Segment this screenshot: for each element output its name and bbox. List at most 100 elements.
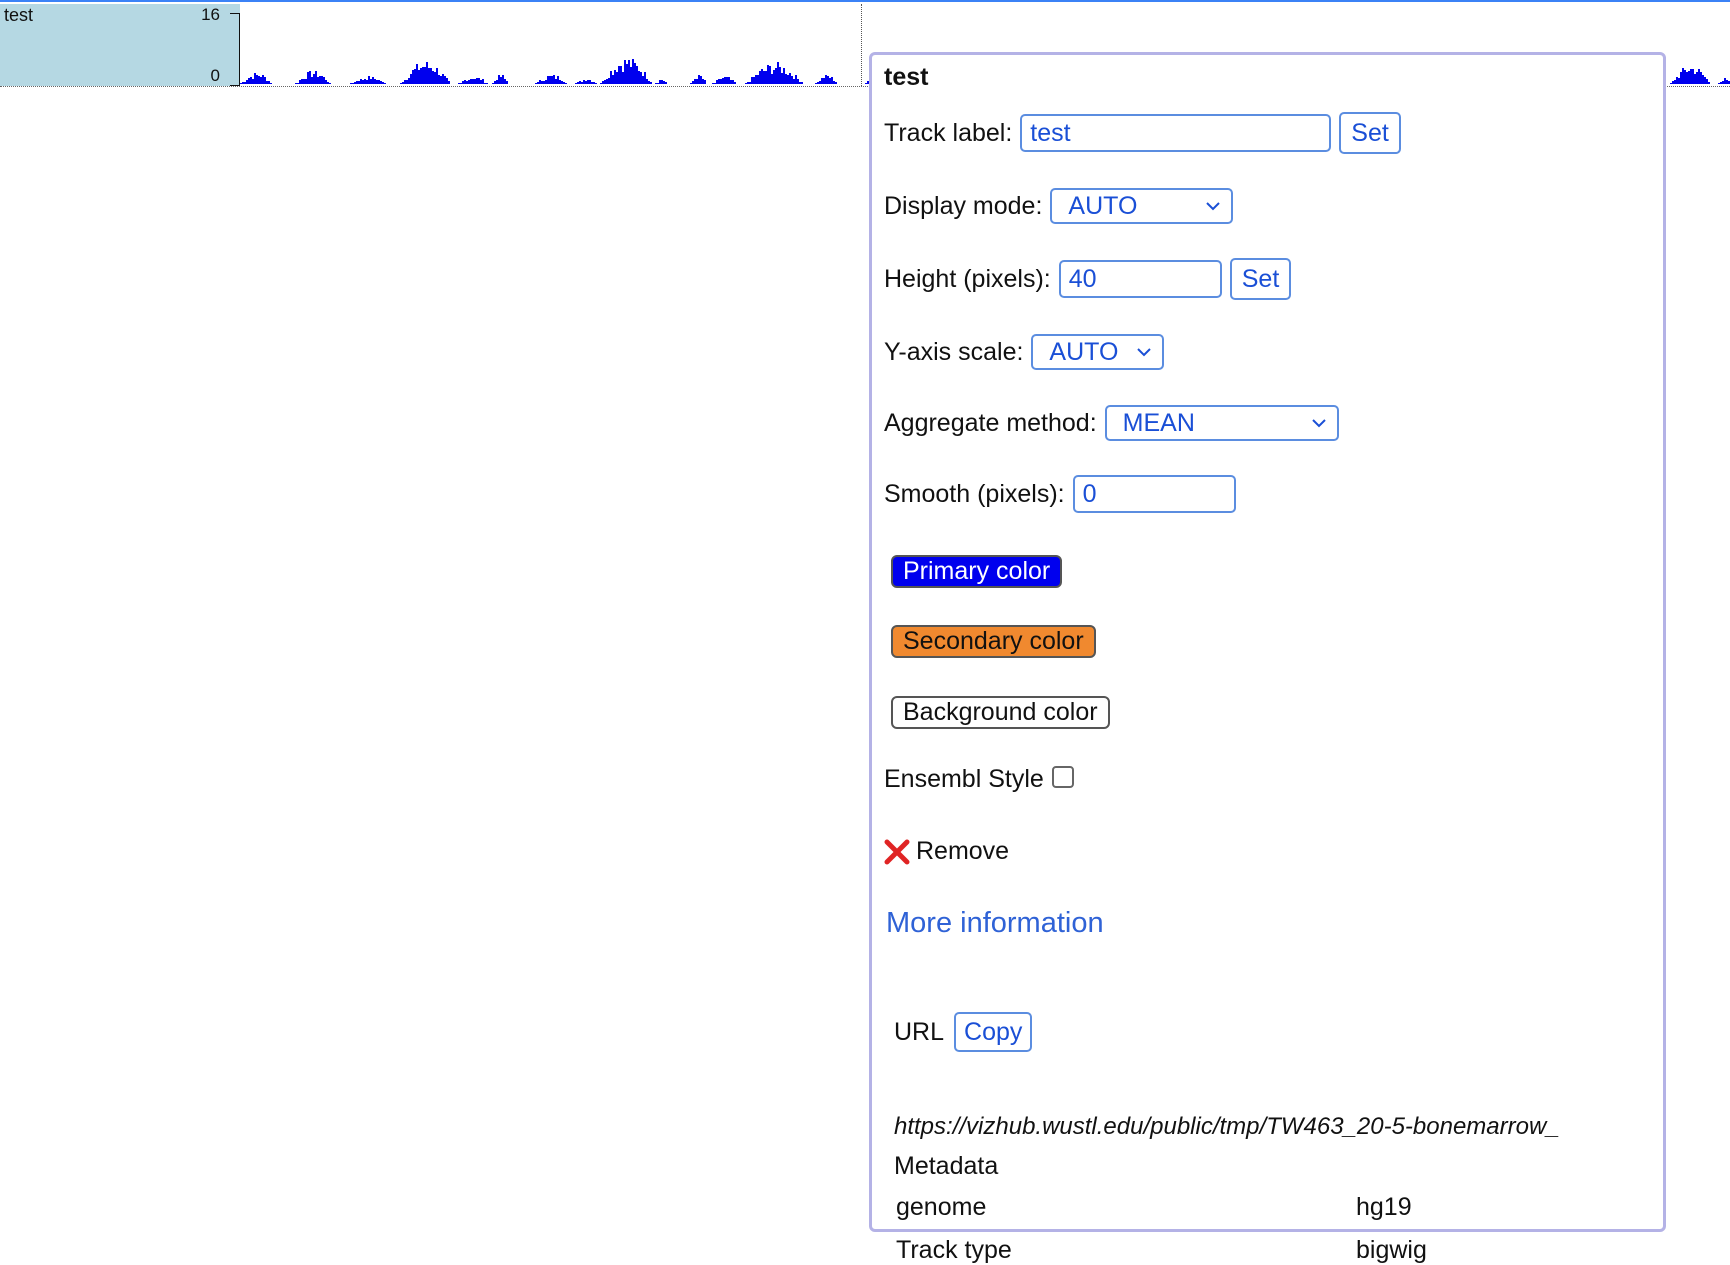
signal-bar xyxy=(702,79,704,84)
signal-bar xyxy=(498,75,500,84)
signal-bar xyxy=(366,80,368,84)
signal-bar xyxy=(297,83,299,84)
signal-bar xyxy=(690,83,692,84)
signal-bar xyxy=(535,83,537,84)
primary-color-button[interactable]: Primary color xyxy=(891,555,1063,588)
close-x-icon[interactable] xyxy=(884,839,910,865)
signal-bar xyxy=(801,82,803,84)
signal-bar xyxy=(577,82,579,84)
signal-bar xyxy=(555,79,557,84)
signal-bar xyxy=(1694,74,1696,84)
y-axis-scale-row: Y-axis scale: AUTO xyxy=(884,334,1165,370)
track-label-row: Track label: Set xyxy=(884,112,1401,154)
signal-bar xyxy=(376,80,378,84)
display-mode-row: Display mode: AUTO xyxy=(884,188,1234,224)
smooth-label: Smooth (pixels): xyxy=(884,479,1065,508)
signal-bar xyxy=(797,79,799,84)
signal-bar xyxy=(630,67,632,84)
signal-bar xyxy=(315,71,317,84)
signal-bar xyxy=(696,79,698,84)
signal-bar xyxy=(551,76,553,84)
signal-bar xyxy=(412,70,414,84)
signal-bar xyxy=(325,80,327,84)
signal-bar xyxy=(642,76,644,84)
signal-bar xyxy=(496,80,498,84)
signal-bar xyxy=(700,76,702,84)
signal-bar xyxy=(793,79,795,84)
track-legend[interactable]: test 16 0 xyxy=(0,4,240,86)
signal-bar xyxy=(504,79,506,84)
url-row: URL Copy xyxy=(894,1012,1033,1052)
signal-bar xyxy=(602,81,604,84)
signal-bar xyxy=(716,80,718,84)
signal-bar xyxy=(256,75,258,84)
metadata-key: genome xyxy=(896,1193,987,1221)
signal-bar xyxy=(492,83,494,84)
signal-bar xyxy=(821,78,823,84)
signal-bar xyxy=(410,74,412,84)
signal-bar xyxy=(252,79,254,84)
signal-bar xyxy=(446,78,448,84)
secondary-color-button[interactable]: Secondary color xyxy=(891,625,1096,658)
height-label: Height (pixels): xyxy=(884,264,1051,293)
signal-bar xyxy=(612,75,614,84)
signal-bar xyxy=(1702,75,1704,84)
signal-bar xyxy=(364,79,366,84)
signal-bar xyxy=(1722,81,1724,84)
signal-bar xyxy=(484,83,486,84)
signal-bar xyxy=(372,77,374,84)
signal-bar xyxy=(432,71,434,84)
signal-bar xyxy=(258,76,260,84)
signal-bar xyxy=(593,82,595,84)
signal-bar xyxy=(545,80,547,84)
signal-bar xyxy=(494,81,496,84)
signal-bar xyxy=(587,80,589,84)
remove-row[interactable]: Remove xyxy=(884,837,1009,866)
height-input[interactable] xyxy=(1058,260,1222,298)
signal-bar xyxy=(726,77,728,84)
signal-bar xyxy=(636,66,638,84)
signal-bar xyxy=(749,82,751,84)
aggregate-method-select[interactable]: MEAN xyxy=(1104,405,1339,441)
remove-label[interactable]: Remove xyxy=(916,837,1009,866)
signal-bar xyxy=(474,79,476,84)
signal-bar xyxy=(755,75,757,84)
signal-bar xyxy=(589,80,591,84)
signal-bar xyxy=(614,70,616,84)
signal-bar xyxy=(424,67,426,84)
signal-bar xyxy=(663,81,665,84)
background-color-button[interactable]: Background color xyxy=(891,696,1110,729)
signal-bar xyxy=(414,69,416,84)
copy-url-button[interactable]: Copy xyxy=(954,1012,1033,1052)
signal-bar xyxy=(779,67,781,84)
more-information-link[interactable]: More information xyxy=(886,907,1104,940)
track-legend-label: test xyxy=(4,5,34,25)
ensembl-style-checkbox[interactable] xyxy=(1051,765,1074,788)
track-label-input[interactable] xyxy=(1020,114,1332,152)
signal-bar xyxy=(718,79,720,84)
signal-bar xyxy=(430,68,432,84)
signal-bar xyxy=(380,81,382,84)
display-mode-select[interactable]: AUTO xyxy=(1050,188,1234,224)
signal-bar xyxy=(436,68,438,84)
ensembl-style-row: Ensembl Style xyxy=(884,765,1074,794)
signal-bar xyxy=(444,76,446,84)
signal-bar xyxy=(616,72,618,84)
signal-bar xyxy=(604,80,606,84)
signal-bar xyxy=(759,71,761,84)
height-set-button[interactable]: Set xyxy=(1229,258,1292,300)
track-label-label: Track label: xyxy=(884,118,1013,147)
track-label-set-button[interactable]: Set xyxy=(1339,112,1401,154)
signal-bar xyxy=(406,80,408,84)
signal-bar xyxy=(608,78,610,84)
y-axis-tick-top xyxy=(230,13,240,14)
signal-bar xyxy=(831,77,833,84)
signal-bar xyxy=(478,78,480,84)
y-axis-scale-select[interactable]: AUTO xyxy=(1031,334,1165,370)
signal-bar xyxy=(438,75,440,84)
smooth-input[interactable] xyxy=(1072,475,1236,513)
signal-bar xyxy=(704,80,706,84)
signal-bar xyxy=(250,77,252,84)
signal-bar xyxy=(358,81,360,84)
signal-bar xyxy=(368,76,370,84)
